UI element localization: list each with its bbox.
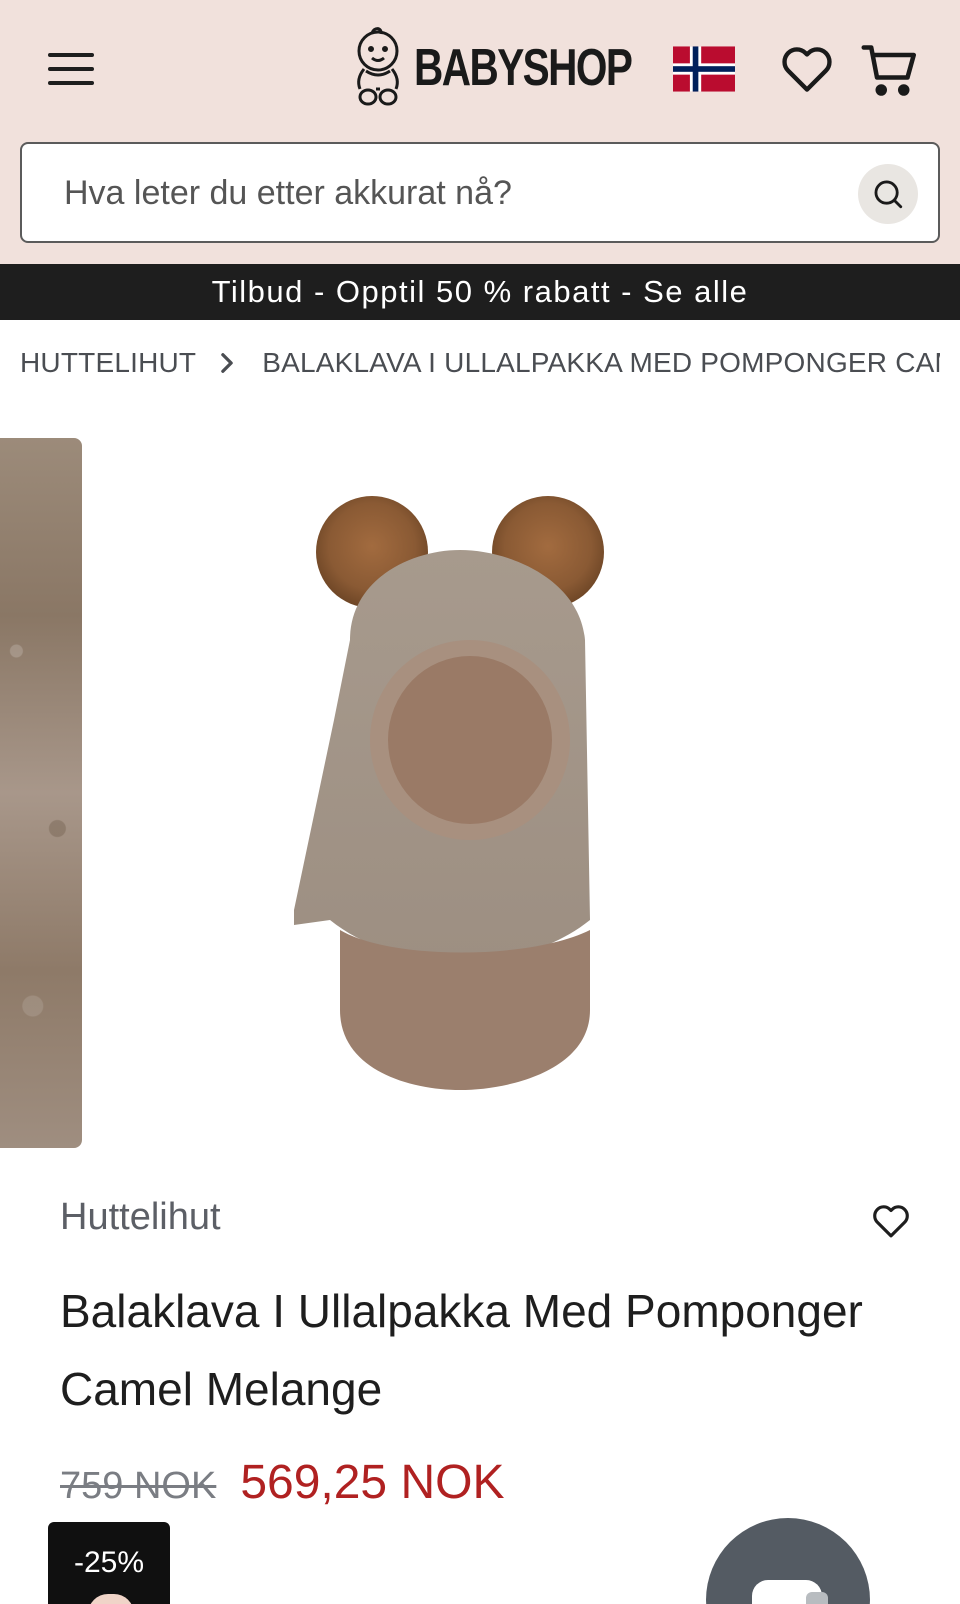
promo-banner[interactable]: Tilbud - Opptil 50 % rabatt - Se alle [0,264,960,320]
product-brand-link[interactable]: Huttelihut [60,1196,221,1239]
original-price: 759 NOK [60,1465,217,1507]
breadcrumb: HUTTELIHUT BALAKLAVA I ULLALPAKKA MED PO… [20,343,940,383]
search-bar [20,142,940,243]
product-gallery[interactable] [0,438,960,1150]
heart-outline-icon[interactable] [778,40,836,98]
babyshop-logo[interactable]: BABYSHOP [348,26,693,110]
breadcrumb-current-page: BALAKLAVA I ULLALPAKKA MED POMPONGER CAM… [262,347,940,378]
hamburger-menu-icon[interactable] [46,50,96,88]
shopping-cart-icon[interactable] [860,40,920,100]
sale-price: 569,25 NOK [240,1456,505,1509]
search-input[interactable] [42,164,862,222]
heart-outline-icon[interactable] [870,1200,912,1242]
logo-wordmark: BABYSHOP [414,39,633,97]
chevron-right-icon [220,352,234,374]
search-button[interactable] [858,164,918,224]
previous-image-preview[interactable] [0,438,82,1148]
breadcrumb-brand-link[interactable]: HUTTELIHUT [20,347,196,379]
baby-mascot-icon [357,27,399,106]
discount-badge: -25% [48,1522,170,1604]
price-row: 759 NOK 569,25 NOK [60,1455,504,1510]
product-title: Balaklava I Ullalpakka Med Pomponger Cam… [60,1285,863,1415]
norway-flag-icon[interactable] [673,46,735,92]
search-icon [874,180,903,209]
chat-button[interactable] [706,1518,870,1604]
balaclava-product-image[interactable] [290,490,670,1090]
site-header: BABYSHOP [0,0,960,264]
chat-bubble-back-icon [806,1592,828,1604]
